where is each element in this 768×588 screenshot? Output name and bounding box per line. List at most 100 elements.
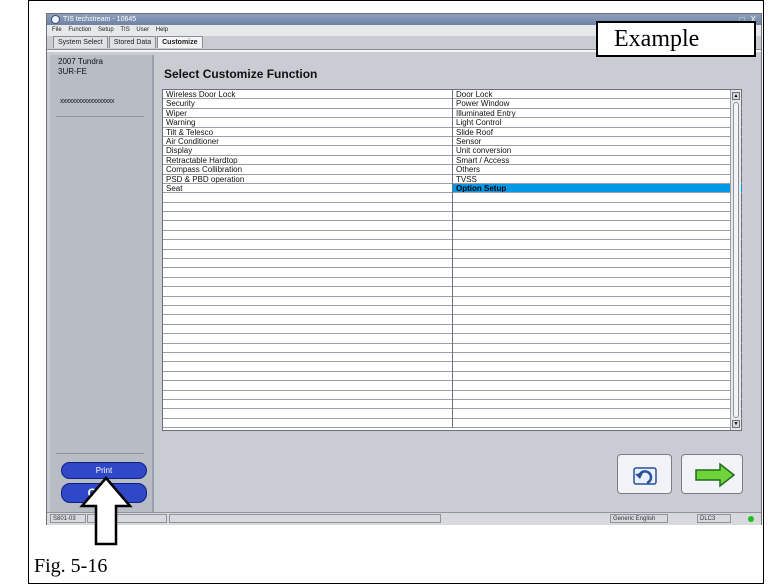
undo-arrow-icon [633,467,657,485]
empty-row [163,193,452,203]
list-item[interactable]: TVSS [453,175,742,184]
empty-row [453,400,742,410]
menu-function[interactable]: Function [68,27,91,33]
empty-row [163,372,452,382]
next-button[interactable] [681,454,743,494]
menu-file[interactable]: File [52,27,62,33]
empty-row [453,278,742,288]
empty-row [163,306,452,316]
function-column-left: Wireless Door Lock Security Wiper Warnin… [163,90,453,429]
empty-row [163,297,452,306]
empty-row [453,193,742,203]
vehicle-info-panel: 2007 Tundra 3UR-FE xxxxxxxxxxxxxxxxxx Pr… [50,55,154,512]
empty-row [453,344,742,353]
list-item[interactable]: Sensor [453,137,742,147]
scroll-thumb[interactable] [733,102,739,418]
empty-row [163,325,452,335]
empty-row [453,381,742,391]
scroll-up-icon[interactable]: ▲ [732,92,740,100]
empty-row [453,240,742,250]
list-item[interactable]: Smart / Access [453,156,742,166]
empty-row [163,250,452,260]
divider [56,453,144,454]
empty-row [453,250,742,260]
list-item[interactable]: Seat [163,184,452,194]
empty-row [163,221,452,231]
menu-setup[interactable]: Setup [98,27,114,33]
empty-row [163,315,452,325]
empty-row [453,203,742,213]
scroll-down-icon[interactable]: ▼ [732,420,740,428]
list-item[interactable]: Slide Roof [453,128,742,137]
techstream-window: TIS techstream - 10645 _ □ X File Functi… [46,13,762,525]
tab-stored-data[interactable]: Stored Data [108,36,157,48]
empty-row [453,259,742,269]
empty-row [453,287,742,297]
next-arrow-icon [695,462,736,488]
empty-row [453,353,742,363]
status-field [169,514,441,523]
status-bar: S801-03 Generic English DLC3 [47,512,761,525]
list-item[interactable]: Air Conditioner [163,137,452,147]
page-title: Select Customize Function [164,67,318,81]
empty-row [163,278,452,288]
list-item[interactable]: Unit conversion [453,146,742,156]
menu-help[interactable]: Help [156,27,168,33]
empty-row [163,231,452,241]
list-item[interactable]: Wiper [163,109,452,119]
list-item[interactable]: Door Lock [453,90,742,100]
function-column-right: Door Lock Power Window Illuminated Entry… [453,90,742,429]
empty-row [453,231,742,241]
empty-row [453,391,742,400]
list-item[interactable]: Retractable Hardtop [163,156,452,166]
empty-row [163,353,452,363]
list-item[interactable]: Tilt & Telesco [163,128,452,137]
empty-row [163,362,452,372]
empty-row [163,212,452,222]
empty-row [163,381,452,391]
window-title: TIS techstream - 10645 [63,16,137,23]
empty-row [163,391,452,400]
empty-row [163,419,452,429]
list-item[interactable]: Warning [163,118,452,128]
empty-row [163,287,452,297]
status-language: Generic English [610,514,668,523]
empty-row [163,240,452,250]
empty-row [163,259,452,269]
empty-row [163,268,452,278]
tab-customize[interactable]: Customize [157,36,203,48]
vehicle-engine: 3UR-FE [58,67,87,76]
empty-row [453,409,742,419]
empty-row [453,268,742,278]
up-arrow-callout-icon [79,476,133,546]
list-item[interactable]: Illuminated Entry [453,109,742,119]
empty-row [453,334,742,344]
list-item[interactable]: Power Window [453,99,742,109]
empty-row [453,306,742,316]
vehicle-info: 2007 Tundra 3UR-FE [58,57,103,77]
empty-row [453,372,742,382]
list-item[interactable]: Wireless Door Lock [163,90,452,100]
back-button[interactable] [617,454,672,494]
menu-user[interactable]: User [136,27,149,33]
figure-caption: Fig. 5-16 [34,555,108,577]
tab-system-select[interactable]: System Select [53,36,108,48]
example-label: Example [596,21,756,57]
customize-function-table: Wireless Door Lock Security Wiper Warnin… [162,89,742,431]
empty-row [453,212,742,222]
list-item[interactable]: PSD & PBD operation [163,175,452,184]
menu-tis[interactable]: TIS [120,27,129,33]
table-scrollbar[interactable]: ▲ ▼ [730,90,741,430]
list-item[interactable]: Security [163,99,452,109]
empty-row [163,334,452,344]
divider [56,116,144,117]
tab-bar: System Select Stored Data Customize [53,36,204,49]
list-item[interactable]: Display [163,146,452,156]
vehicle-model: 2007 Tundra [58,57,103,66]
list-item[interactable]: Light Control [453,118,742,128]
empty-row [163,203,452,213]
list-item[interactable]: Compass Collibration [163,165,452,175]
list-item[interactable]: Others [453,165,742,175]
empty-row [453,297,742,306]
list-item-selected[interactable]: Option Setup [453,183,742,194]
